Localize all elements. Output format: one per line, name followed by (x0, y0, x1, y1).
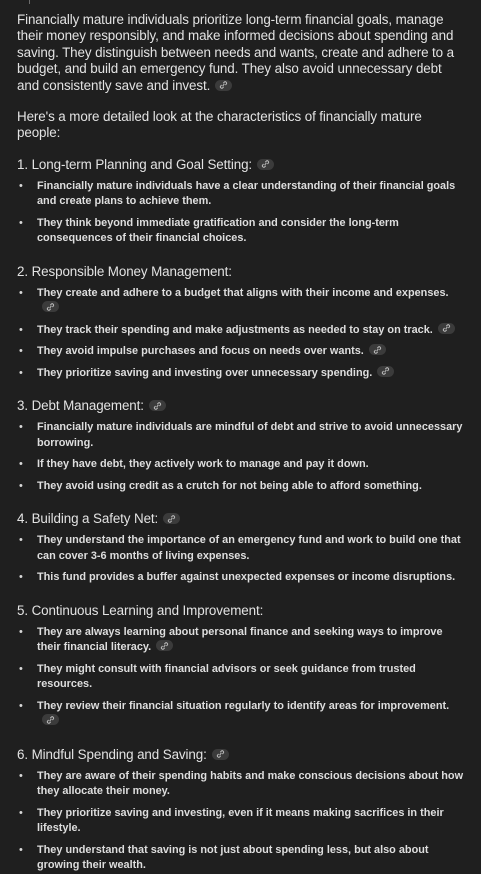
link-icon (382, 367, 390, 376)
sections-list: 1. Long-term Planning and Goal Setting: F… (17, 157, 467, 874)
link-icon (261, 160, 270, 169)
bullet-list: Financially mature individuals have a cl… (17, 179, 467, 247)
heading-source-link[interactable] (148, 400, 166, 412)
section-heading-text: 4. Building a Safety Net: (17, 511, 159, 527)
item-source-link[interactable] (156, 640, 174, 652)
response-content: Financially mature individuals prioritiz… (0, 0, 481, 874)
list-item: They think beyond immediate gratificatio… (17, 216, 467, 247)
bullet-list: They create and adhere to a budget that … (17, 286, 467, 382)
list-item-text: They create and adhere to a budget that … (37, 286, 449, 299)
list-item: Financially mature individuals are mindf… (17, 420, 467, 451)
list-item: They understand the importance of an eme… (17, 533, 467, 564)
link-icon (46, 303, 55, 311)
link-icon (161, 642, 169, 650)
list-item: They create and adhere to a budget that … (17, 286, 467, 317)
section-heading-text: 5. Continuous Learning and Improvement: (17, 602, 264, 618)
section-heading-text: 6. Mindful Spending and Saving: (17, 746, 207, 762)
list-item: Financially mature individuals have a cl… (17, 179, 467, 210)
list-item-text: This fund provides a buffer against unex… (37, 571, 456, 584)
link-icon (168, 515, 176, 523)
section-3: 3. Debt Management: Financially mature in… (17, 398, 467, 494)
lead-paragraph: Here's a more detailed look at the chara… (17, 109, 422, 141)
list-item-text: They prioritize saving and investing ove… (37, 366, 373, 379)
heading-source-link[interactable] (163, 513, 181, 525)
item-source-link[interactable] (42, 714, 59, 726)
list-item: They prioritize saving and investing, ev… (17, 806, 467, 837)
list-item-text: They understand the importance of an eme… (37, 534, 461, 562)
section-heading: 4. Building a Safety Net: (17, 511, 467, 527)
section-heading-text: 2. Responsible Money Management: (17, 263, 232, 279)
section-heading: 3. Debt Management: (17, 398, 467, 414)
list-item-text: They track their spending and make adjus… (37, 323, 433, 336)
list-item-text: If they have debt, they actively work to… (37, 458, 369, 471)
section-2: 2. Responsible Money Management: They cre… (17, 264, 467, 382)
list-item-text: They are aware of their spending habits … (37, 769, 464, 798)
bullet-list: Financially mature individuals are mindf… (17, 420, 467, 494)
bullet-list: They understand the importance of an eme… (17, 533, 467, 586)
item-source-link[interactable] (377, 365, 395, 377)
list-item-text: They avoid using credit as a crutch for … (37, 479, 422, 492)
link-icon (442, 324, 450, 333)
list-item: If they have debt, they actively work to… (17, 457, 467, 473)
bullet-list: They are always learning about personal … (17, 625, 467, 730)
list-item-text: Financially mature individuals have a cl… (37, 179, 456, 208)
heading-source-link[interactable] (211, 748, 229, 760)
section-heading: 5. Continuous Learning and Improvement: (17, 603, 467, 619)
list-item-text: They prioritize saving and investing, ev… (37, 806, 444, 835)
list-item-text: They think beyond immediate gratificatio… (37, 216, 399, 245)
list-item: They understand that saving is not just … (17, 843, 467, 874)
link-icon (216, 750, 224, 759)
list-item-text: Financially mature individuals are mindf… (37, 421, 463, 449)
link-icon (373, 346, 381, 354)
item-source-link[interactable] (437, 322, 455, 334)
list-item: They track their spending and make adjus… (17, 322, 467, 339)
list-item: They are always learning about personal … (17, 625, 467, 656)
section-heading: 2. Responsible Money Management: (17, 264, 467, 280)
intro-text: Financially mature individuals prioritiz… (17, 12, 454, 93)
section-heading-text: 1. Long-term Planning and Goal Setting: (17, 156, 253, 172)
section-1: 1. Long-term Planning and Goal Setting: F… (17, 157, 467, 247)
section-heading-text: 3. Debt Management: (17, 398, 144, 414)
list-item-text: They understand that saving is not just … (37, 843, 429, 872)
list-item: They might consult with financial adviso… (17, 662, 467, 693)
intro-source-link[interactable] (215, 79, 233, 91)
heading-source-link[interactable] (257, 158, 275, 170)
list-item: They prioritize saving and investing ove… (17, 365, 467, 382)
list-item: They avoid using credit as a crutch for … (17, 479, 467, 495)
list-item-text: They might consult with financial adviso… (37, 662, 416, 691)
list-item: They are aware of their spending habits … (17, 769, 467, 800)
link-icon (220, 81, 228, 89)
list-item-text: They avoid impulse purchases and focus o… (37, 345, 364, 358)
link-icon (153, 402, 161, 410)
link-icon (46, 716, 55, 724)
section-5: 5. Continuous Learning and Improvement: T… (17, 603, 467, 730)
bullet-list: They are aware of their spending habits … (17, 769, 467, 874)
item-source-link[interactable] (42, 301, 59, 313)
list-item: This fund provides a buffer against unex… (17, 570, 467, 586)
section-6: 6. Mindful Spending and Saving: They are … (17, 747, 467, 874)
item-source-link[interactable] (368, 344, 386, 356)
section-4: 4. Building a Safety Net: They understand… (17, 511, 467, 586)
section-heading: 6. Mindful Spending and Saving: (17, 747, 467, 763)
section-heading: 1. Long-term Planning and Goal Setting: (17, 157, 467, 173)
list-item-text: They are always learning about personal … (37, 625, 443, 654)
scroll-edge-marker (29, 0, 30, 4)
list-item: They review their financial situation re… (17, 699, 467, 730)
list-item: They avoid impulse purchases and focus o… (17, 344, 467, 360)
intro-paragraph: Financially mature individuals prioritiz… (17, 12, 467, 94)
list-item-text: They review their financial situation re… (37, 699, 450, 712)
